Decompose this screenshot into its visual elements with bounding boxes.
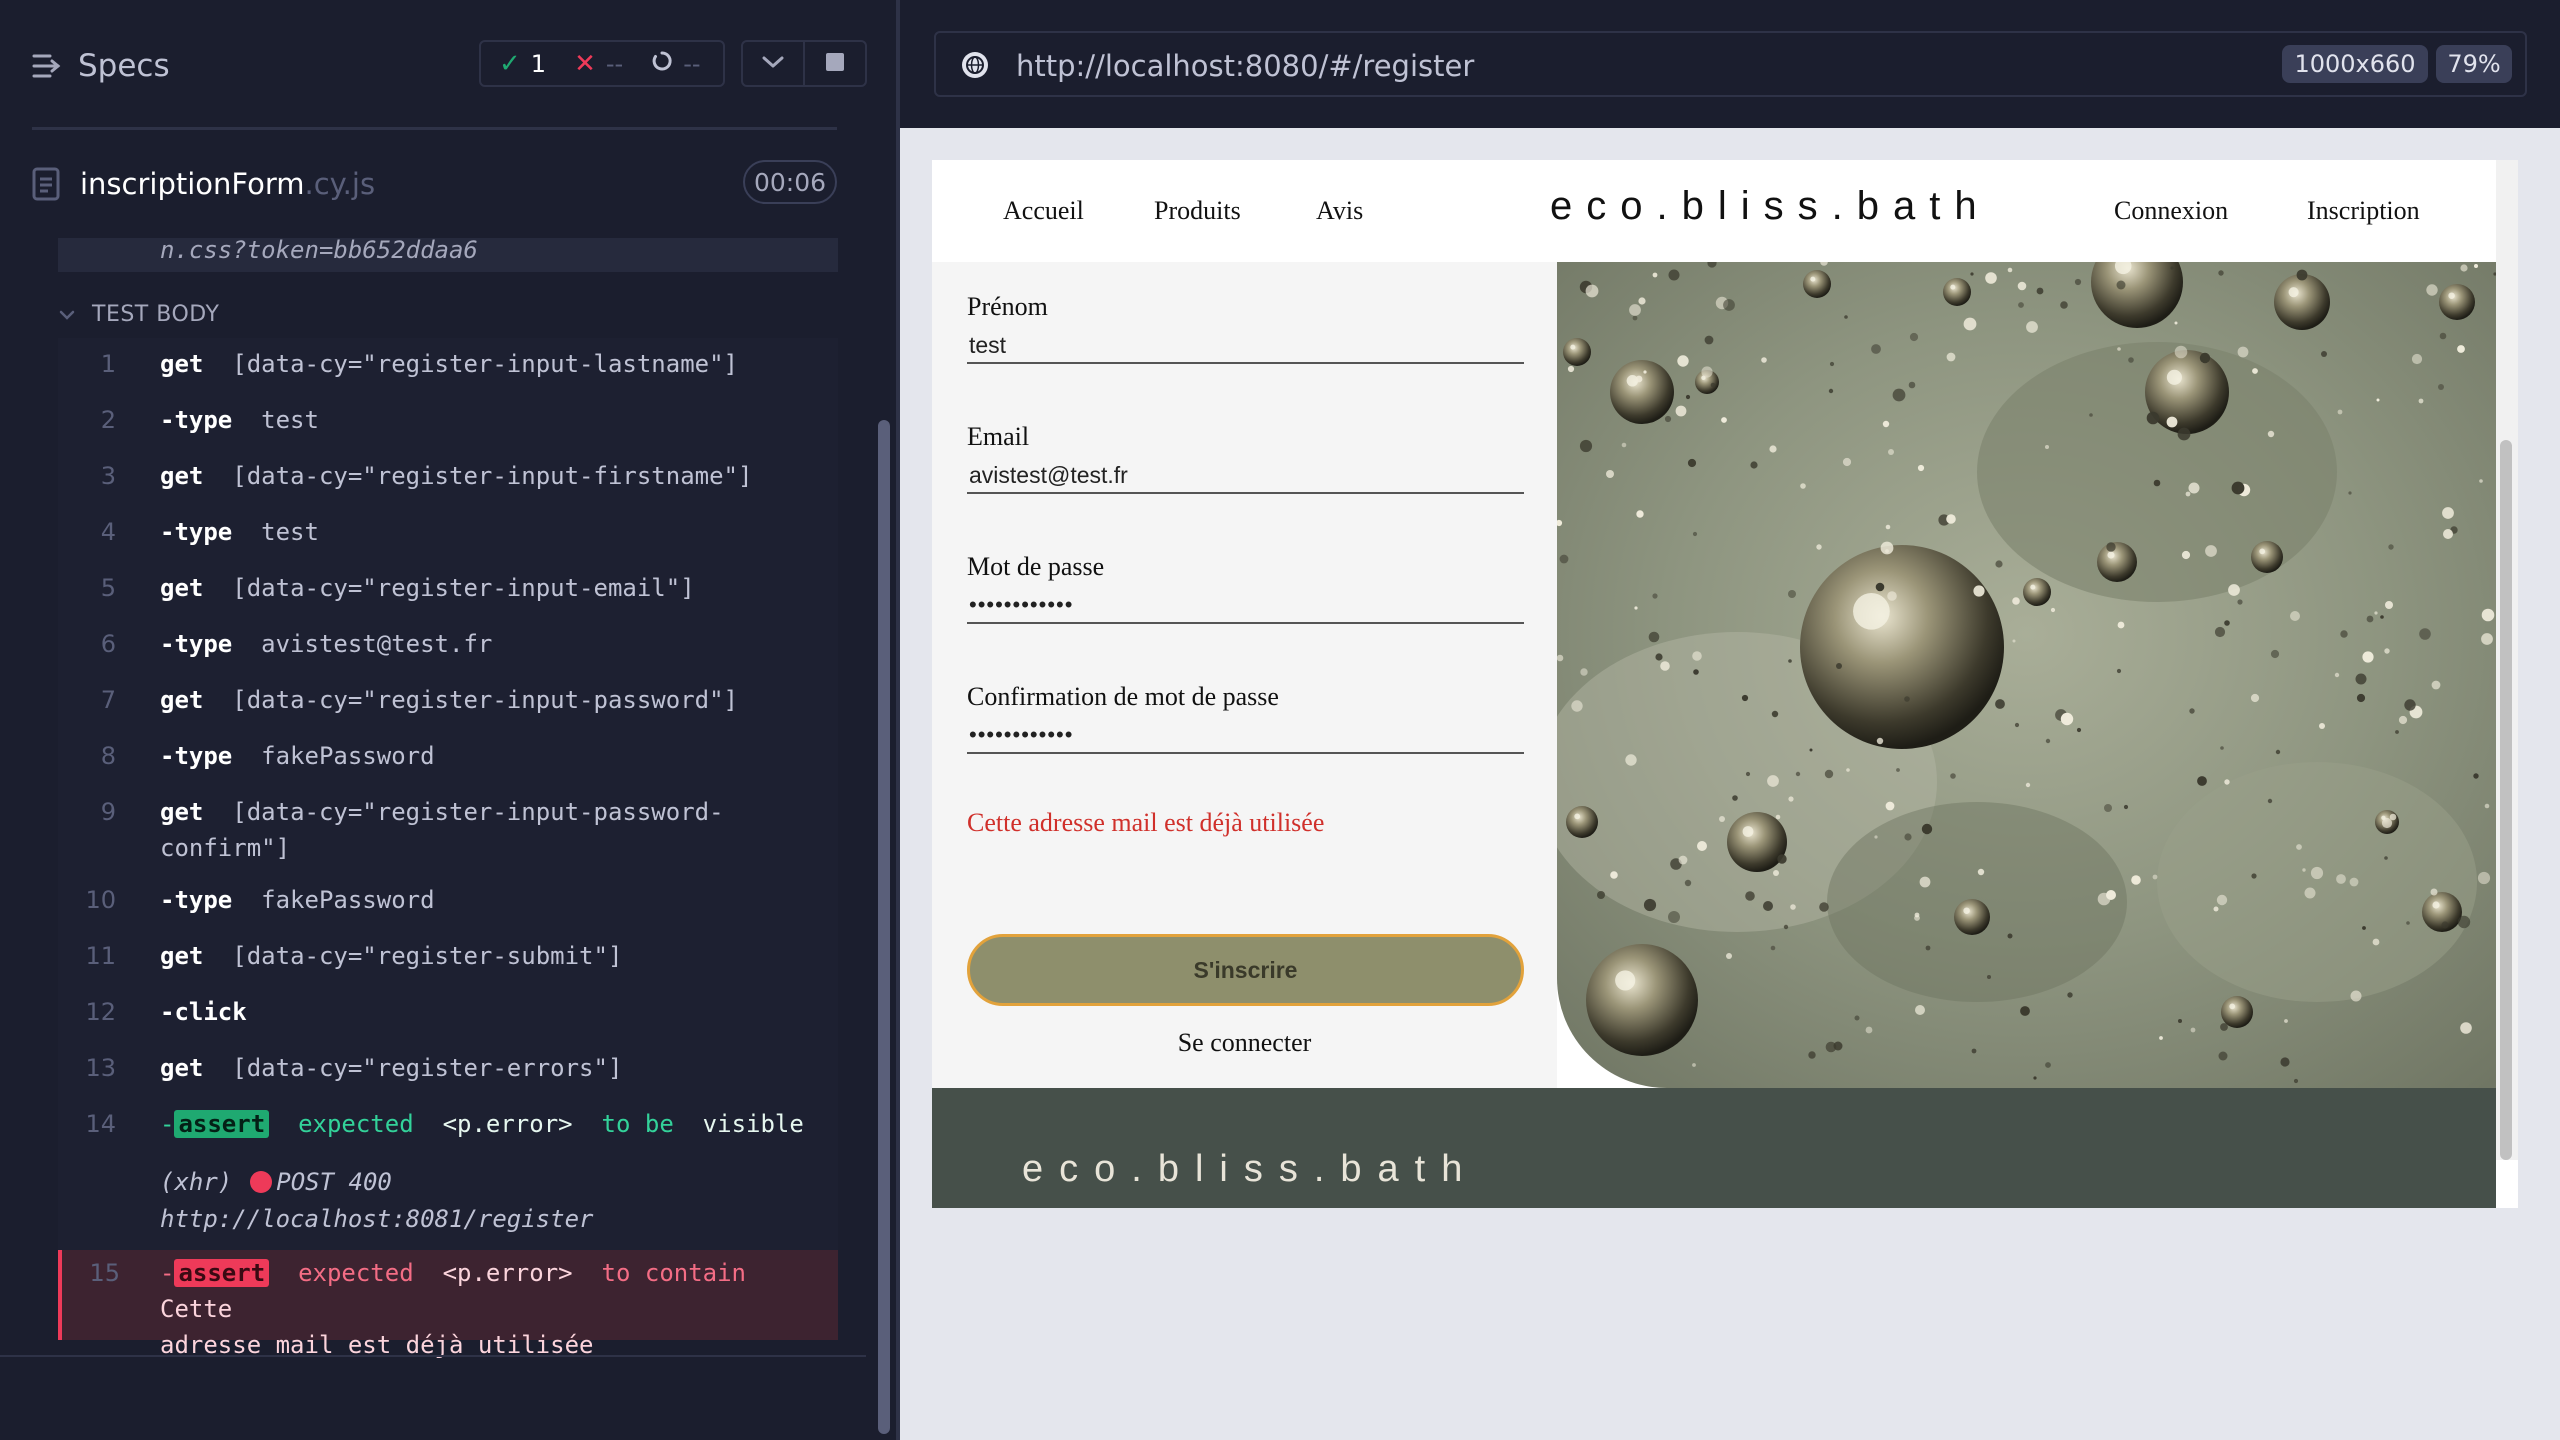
command-row[interactable]: 12 -click: [58, 994, 838, 1034]
password-label: Mot de passe: [967, 552, 1105, 581]
spec-title: inscriptionForm .cy.js: [32, 158, 837, 210]
command-row[interactable]: 10 -type fakePassword: [58, 882, 838, 922]
bubbles-hero-image: [1557, 262, 2496, 1088]
passed-count: ✓ 1: [499, 48, 547, 79]
firstname-input[interactable]: test: [967, 332, 1524, 364]
test-stats: ✓ 1 ✕ -- --: [479, 40, 725, 87]
password-confirm-input[interactable]: ••••••••••••: [967, 722, 1524, 754]
register-submit-button[interactable]: S'inscrire: [967, 934, 1524, 1006]
run-controls: [741, 40, 867, 87]
command-row[interactable]: 4 -type test: [58, 514, 838, 554]
nav-login-link[interactable]: Connexion: [2114, 196, 2228, 226]
pending-count: --: [651, 50, 701, 78]
password-confirm-field: Confirmation de mot de passe •••••••••••…: [967, 682, 1524, 754]
command-row[interactable]: 1 get [data-cy="register-input-lastname"…: [58, 346, 838, 386]
viewport-size-badge[interactable]: 1000x660: [2282, 45, 2428, 83]
nav-products-link[interactable]: Produits: [1154, 196, 1241, 226]
assert-badge: assert: [174, 1110, 270, 1138]
reporter-scrollbar-thumb[interactable]: [878, 420, 890, 1434]
footer-brand-logo: eco.bliss.bath: [1022, 1148, 1479, 1190]
spec-file-extension: .cy.js: [304, 167, 376, 201]
email-label: Email: [967, 422, 1030, 451]
specs-label: Specs: [78, 48, 170, 84]
assert-contain-failed-row[interactable]: 15 - assert expected <p.error> to contain…: [58, 1250, 838, 1359]
header-divider: [32, 127, 837, 130]
reporter-bottom-divider: [0, 1355, 866, 1357]
check-icon: ✓: [499, 48, 521, 79]
command-row[interactable]: 8 -type fakePassword: [58, 738, 838, 778]
command-log-panel: Specs ✓ 1 ✕ -- -- inscriptionForm .cy.js…: [0, 0, 867, 1440]
stop-icon: [825, 52, 845, 76]
test-duration: 00:06: [743, 160, 837, 204]
reporter-header: Specs ✓ 1 ✕ -- --: [0, 0, 867, 130]
command-row[interactable]: 9 get [data-cy="register-input-password-…: [58, 794, 838, 870]
password-confirm-label: Confirmation de mot de passe: [967, 682, 1279, 711]
previous-command[interactable]: n.css?token=bb652ddaa6: [58, 238, 838, 272]
app-footer: eco.bliss.bath: [932, 1088, 2496, 1208]
collapse-chevron-icon: [58, 302, 76, 327]
test-body-header[interactable]: TEST BODY: [58, 294, 219, 334]
zoom-level-badge[interactable]: 79%: [2436, 45, 2512, 83]
command-row[interactable]: 11 get [data-cy="register-submit"]: [58, 938, 838, 978]
assert-visible-row[interactable]: 14 - assert expected <p.error> to be visi…: [58, 1106, 838, 1146]
failed-count: ✕ --: [574, 48, 624, 79]
spec-file-name: inscriptionForm: [80, 167, 305, 201]
xhr-request-row[interactable]: (xhr) POST 400 http://localhost:8081/regi…: [160, 1164, 830, 1238]
status-error-dot: [250, 1171, 273, 1193]
toggle-auto-scroll-button[interactable]: [743, 42, 803, 85]
chevron-down-icon: [761, 54, 785, 74]
url-text: http://localhost:8080/#/register: [1016, 49, 1475, 83]
command-list: 1 get [data-cy="register-input-lastname"…: [58, 338, 838, 1359]
firstname-label: Prénom: [967, 292, 1048, 321]
command-row[interactable]: 13 get [data-cy="register-errors"]: [58, 1050, 838, 1090]
globe-icon: [960, 50, 990, 80]
app-under-test: Accueil Produits Avis eco.bliss.bath Con…: [932, 160, 2518, 1208]
stop-button[interactable]: [803, 42, 865, 85]
aut-scrollbar-thumb[interactable]: [2500, 440, 2512, 1160]
register-error-message: Cette adresse mail est déjà utilisée: [967, 808, 1325, 837]
assert-badge: assert: [174, 1259, 270, 1287]
url-bar[interactable]: http://localhost:8080/#/register 1000x66…: [934, 31, 2527, 97]
brand-logo[interactable]: eco.bliss.bath: [1550, 184, 1991, 229]
file-icon: [32, 167, 60, 201]
email-field: Email avistest@test.fr: [967, 422, 1524, 494]
nav-reviews-link[interactable]: Avis: [1316, 196, 1363, 226]
command-row[interactable]: 3 get [data-cy="register-input-firstname…: [58, 458, 838, 498]
cross-icon: ✕: [574, 48, 596, 79]
email-input[interactable]: avistest@test.fr: [967, 462, 1524, 494]
command-row[interactable]: 6 -type avistest@test.fr: [58, 626, 838, 666]
firstname-field: Prénom test: [967, 292, 1524, 364]
app-navbar: Accueil Produits Avis eco.bliss.bath Con…: [932, 160, 2496, 262]
command-row[interactable]: 5 get [data-cy="register-input-email"]: [58, 570, 838, 610]
pending-icon: [651, 50, 673, 78]
specs-button[interactable]: Specs: [32, 44, 170, 88]
command-row[interactable]: 2 -type test: [58, 402, 838, 442]
nav-register-link[interactable]: Inscription: [2307, 196, 2420, 226]
login-link[interactable]: Se connecter: [932, 1028, 1557, 1058]
register-form: Prénom test Email avistest@test.fr Mot d…: [932, 262, 1557, 1088]
command-row[interactable]: 7 get [data-cy="register-input-password"…: [58, 682, 838, 722]
nav-home-link[interactable]: Accueil: [1003, 196, 1084, 226]
specs-list-icon: [32, 53, 62, 79]
password-input[interactable]: ••••••••••••: [967, 592, 1524, 624]
password-field: Mot de passe ••••••••••••: [967, 552, 1524, 624]
